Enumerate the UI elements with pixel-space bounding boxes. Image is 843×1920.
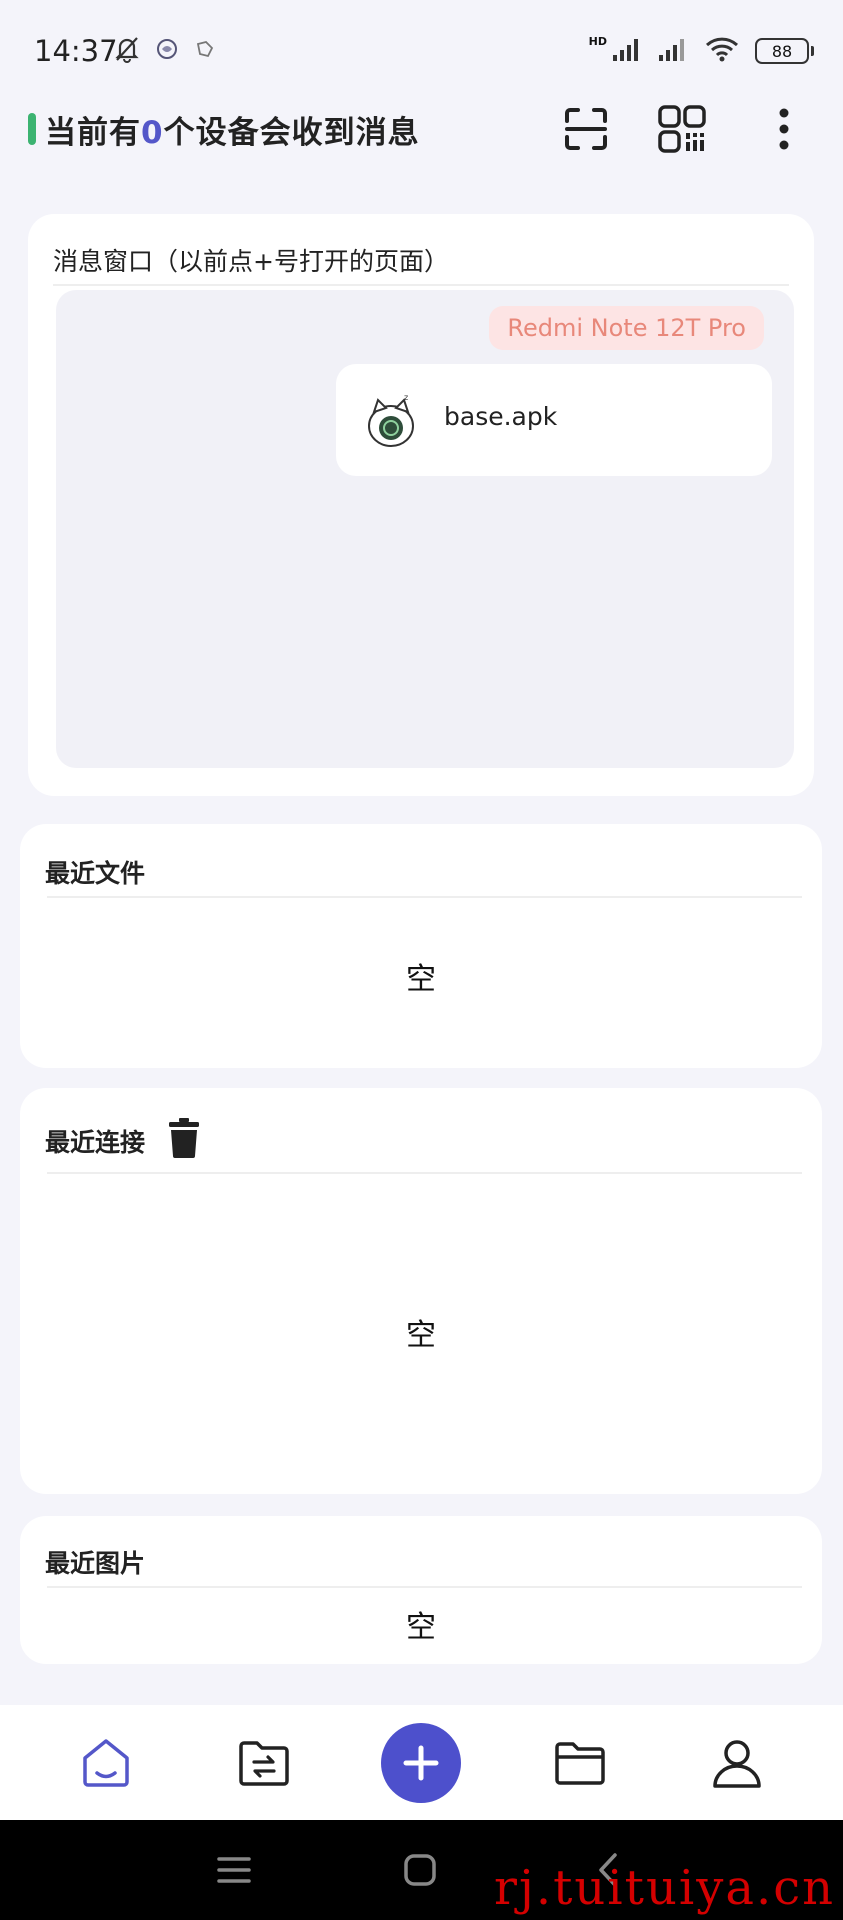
nav-profile[interactable] <box>707 1733 767 1793</box>
nav-files[interactable] <box>550 1733 610 1793</box>
svg-text:z: z <box>404 393 408 402</box>
app-notification-icon-2 <box>192 36 218 66</box>
recent-files-card: 最近文件 空 <box>20 824 822 1068</box>
recent-files-title: 最近文件 <box>45 859 146 888</box>
message-area[interactable]: Redmi Note 12T Pro z base.apk <box>56 290 794 768</box>
recent-images-title: 最近图片 <box>45 1549 146 1578</box>
signal-icon-2 <box>659 36 689 66</box>
divider <box>47 1172 802 1174</box>
divider <box>47 1586 802 1588</box>
bell-muted-icon <box>112 34 142 68</box>
file-name: base.apk <box>444 402 558 431</box>
scan-button[interactable] <box>558 101 614 157</box>
add-button[interactable] <box>381 1723 461 1803</box>
app-header: 当前有0个设备会收到消息 <box>0 95 843 175</box>
app-notification-icon <box>154 36 180 66</box>
recent-files-empty: 空 <box>406 962 436 997</box>
watermark: rj.tuituiya.cn <box>494 1860 835 1916</box>
recent-images-card: 最近图片 空 <box>20 1516 822 1664</box>
hd-label: HD <box>588 34 607 48</box>
nav-home[interactable] <box>76 1733 136 1793</box>
recent-images-empty: 空 <box>406 1610 436 1645</box>
qrcode-icon <box>658 105 706 153</box>
menu-button[interactable] <box>210 1846 258 1894</box>
message-window-card: 消息窗口（以前点+号打开的页面） Redmi Note 12T Pro z ba… <box>28 214 814 796</box>
status-time: 14:37 <box>34 34 118 68</box>
nav-file-transfer[interactable] <box>234 1733 294 1793</box>
recent-connections-card: 最近连接 空 <box>20 1088 822 1494</box>
scan-icon <box>565 108 607 150</box>
recent-connections-title: 最近连接 <box>45 1128 146 1157</box>
more-vertical-icon <box>779 108 789 150</box>
apk-file-icon: z <box>366 392 416 448</box>
signal-icon <box>613 36 643 66</box>
home-system-button[interactable] <box>396 1846 444 1894</box>
header-accent-bar <box>28 113 36 145</box>
folder-transfer-icon <box>239 1741 289 1786</box>
divider <box>47 896 802 898</box>
folder-icon <box>555 1742 605 1785</box>
home-icon <box>83 1739 129 1787</box>
file-message-bubble[interactable]: z base.apk <box>336 364 772 476</box>
bottom-navigation <box>0 1705 843 1820</box>
device-tag: Redmi Note 12T Pro <box>489 306 764 350</box>
wifi-icon <box>705 36 739 66</box>
trash-icon <box>169 1118 199 1158</box>
square-icon <box>404 1854 436 1886</box>
title-suffix: 个设备会收到消息 <box>163 115 420 151</box>
plus-icon <box>403 1745 439 1781</box>
more-menu-button[interactable] <box>756 101 812 157</box>
battery-icon: 88 <box>755 38 814 64</box>
page-title: 当前有0个设备会收到消息 <box>45 107 420 152</box>
user-icon <box>713 1740 761 1788</box>
divider <box>53 284 789 286</box>
recent-connections-empty: 空 <box>406 1318 436 1353</box>
title-prefix: 当前有 <box>45 115 141 151</box>
message-window-title: 消息窗口（以前点+号打开的页面） <box>53 247 449 276</box>
clear-connections-button[interactable] <box>168 1118 200 1158</box>
device-count: 0 <box>141 115 164 151</box>
qrcode-button[interactable] <box>654 101 710 157</box>
status-bar: 14:37 HD 88 <box>0 0 843 95</box>
menu-icon <box>217 1857 251 1883</box>
system-navigation-bar: rj.tuituiya.cn <box>0 1820 843 1920</box>
